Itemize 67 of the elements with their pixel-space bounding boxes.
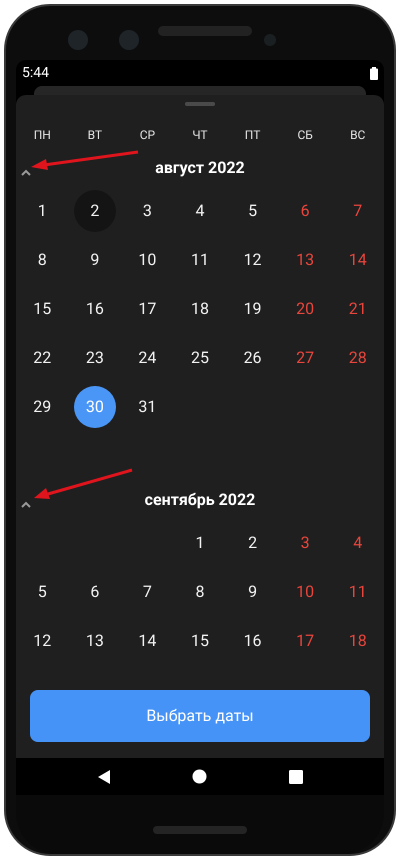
day-cell[interactable]: 22 — [21, 336, 64, 378]
day-cell[interactable]: 6 — [74, 570, 116, 612]
camera-icon — [119, 30, 139, 50]
recents-icon[interactable] — [289, 770, 304, 784]
day-cell[interactable]: 16 — [74, 288, 116, 330]
weekday-label: ВС — [349, 127, 366, 144]
drag-handle[interactable] — [185, 102, 215, 106]
day-cell[interactable]: 4 — [336, 522, 379, 564]
camera-icon — [68, 30, 88, 50]
weekday-label: ЧТ — [191, 127, 209, 144]
weekday-label: ПН — [32, 127, 52, 144]
day-cell[interactable]: 9 — [74, 238, 116, 280]
day-cell[interactable]: 18 — [336, 620, 379, 662]
day-cell[interactable]: 18 — [178, 288, 221, 330]
day-cell[interactable]: 17 — [126, 288, 168, 330]
day-cell[interactable]: 11 — [336, 570, 379, 612]
month-title: сентябрь 2022 — [144, 489, 256, 511]
battery-icon — [370, 66, 378, 80]
day-cell[interactable]: 19 — [232, 288, 274, 330]
day-cell[interactable]: 28 — [336, 336, 379, 378]
day-cell[interactable]: 9 — [232, 570, 274, 612]
chevron-icon[interactable] — [20, 168, 32, 176]
day-cell[interactable]: 7 — [336, 190, 379, 232]
weekday-label: СБ — [296, 127, 314, 144]
day-cell[interactable]: 13 — [74, 620, 116, 662]
day-cell[interactable]: 6 — [284, 190, 326, 232]
day-cell[interactable]: 27 — [284, 336, 326, 378]
day-cell[interactable]: 24 — [126, 336, 168, 378]
day-cell[interactable]: 15 — [21, 288, 64, 330]
day-cell[interactable]: 5 — [21, 570, 64, 612]
day-cell[interactable]: 1 — [21, 190, 64, 232]
day-cell[interactable]: 13 — [284, 238, 326, 280]
day-cell[interactable]: 3 — [126, 190, 168, 232]
day-cell[interactable]: 12 — [232, 238, 274, 280]
day-cell[interactable]: 29 — [21, 386, 64, 428]
day-cell[interactable]: 8 — [21, 238, 64, 280]
home-icon[interactable] — [192, 769, 208, 784]
day-cell[interactable]: 31 — [126, 386, 168, 428]
day-cell[interactable]: 15 — [178, 620, 221, 662]
day-cell[interactable]: 10 — [126, 238, 168, 280]
month-title: август 2022 — [155, 157, 245, 179]
day-cell[interactable]: 14 — [336, 238, 379, 280]
day-cell[interactable]: 20 — [284, 288, 326, 330]
day-cell[interactable]: 17 — [284, 620, 326, 662]
day-cell[interactable]: 16 — [232, 620, 274, 662]
day-cell[interactable]: 1 — [178, 522, 221, 564]
day-cell[interactable]: 25 — [178, 336, 221, 378]
day-cell[interactable]: 12 — [21, 620, 64, 662]
chevron-icon[interactable] — [20, 500, 32, 508]
day-cell[interactable]: 4 — [178, 190, 221, 232]
day-cell[interactable]: 14 — [126, 620, 168, 662]
weekday-label: ВТ — [86, 127, 104, 144]
day-cell[interactable]: 26 — [232, 336, 274, 378]
day-cell[interactable]: 7 — [126, 570, 168, 612]
status-time: 5:44 — [22, 64, 49, 82]
weekday-label: ПТ — [244, 127, 262, 144]
day-cell[interactable]: 11 — [178, 238, 221, 280]
day-cell[interactable]: 21 — [336, 288, 379, 330]
day-cell[interactable]: 3 — [284, 522, 326, 564]
day-cell[interactable]: 2 — [74, 190, 116, 232]
day-cell[interactable]: 10 — [284, 570, 326, 612]
day-cell[interactable]: 23 — [74, 336, 116, 378]
weekday-label: СР — [138, 127, 156, 144]
day-cell[interactable]: 8 — [178, 570, 221, 612]
back-icon[interactable] — [96, 768, 111, 784]
day-cell[interactable]: 5 — [232, 190, 274, 232]
day-cell[interactable]: 2 — [232, 522, 274, 564]
